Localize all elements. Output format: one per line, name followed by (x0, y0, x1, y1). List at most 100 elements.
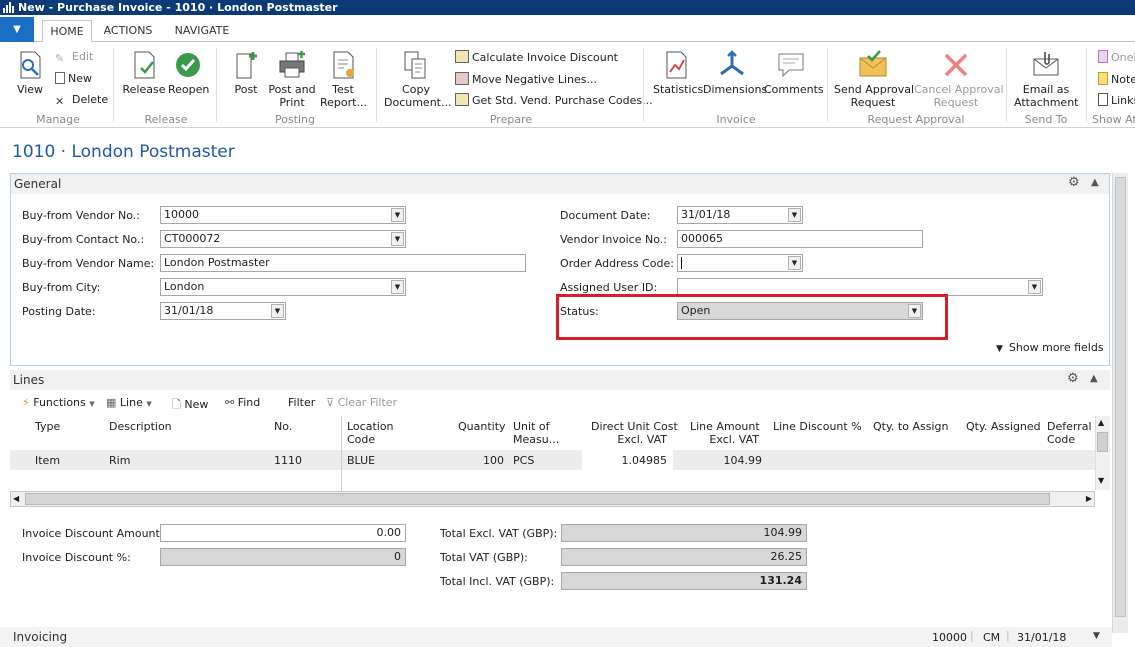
notes-button[interactable]: Note (1098, 72, 1135, 86)
column-header-type[interactable]: Type (35, 420, 60, 433)
general-header[interactable]: General (11, 174, 1109, 194)
row-location-code[interactable]: BLUE (347, 454, 375, 467)
row-description[interactable]: Rim (109, 454, 130, 467)
order-address-code-field[interactable]: ▼ (677, 254, 803, 272)
column-header-qty-to-assign[interactable]: Qty. to Assign (873, 420, 948, 433)
settings-gear-icon[interactable]: ⚙ (1067, 371, 1079, 386)
settings-gear-icon[interactable]: ⚙ (1068, 175, 1080, 190)
find-button[interactable]: ⚯ Find (225, 396, 260, 409)
column-header-description[interactable]: Description (109, 420, 172, 433)
column-header-no[interactable]: No. (274, 420, 292, 433)
application-menu-button[interactable]: ▼ (0, 17, 34, 42)
dropdown-arrow-icon[interactable]: ▼ (788, 208, 801, 222)
buy-from-city-field[interactable]: London ▼ (160, 278, 406, 296)
page-scrollbar-thumb[interactable] (1115, 177, 1126, 617)
invoice-discount-amount-field[interactable]: 0.00 (160, 524, 406, 542)
column-header-line-discount[interactable]: Line Discount % (773, 420, 862, 433)
collapse-chevron-icon[interactable]: ▲ (1091, 177, 1099, 188)
buy-from-vendor-name-field[interactable]: London Postmaster (160, 254, 526, 272)
scroll-right-arrow-icon[interactable]: ▶ (1086, 494, 1092, 503)
scroll-down-arrow-icon[interactable]: ▼ (1098, 476, 1104, 485)
row-unit-of-measure[interactable]: PCS (513, 454, 534, 467)
row-type[interactable]: Item (35, 454, 60, 467)
total-incl-vat-label: Total Incl. VAT (GBP): (440, 575, 555, 588)
post-and-print-button[interactable]: Post and Print (268, 50, 316, 109)
vendor-invoice-no-field[interactable]: 000065 (677, 230, 923, 248)
dropdown-arrow-icon[interactable]: ▼ (1028, 280, 1041, 294)
order-address-code-label: Order Address Code: (560, 257, 674, 270)
clear-filter-button[interactable]: ⊽ Clear Filter (326, 396, 397, 409)
invoicing-fasttab[interactable]: Invoicing 10000 | CM | 31/01/18 ▼ (0, 627, 1112, 647)
calculate-invoice-discount-button[interactable]: Calculate Invoice Discount (455, 50, 618, 64)
reopen-button[interactable]: Reopen (168, 50, 209, 96)
show-more-fields-link[interactable]: ▼ Show more fields (996, 341, 1104, 354)
filter-button[interactable]: Filter (288, 396, 315, 409)
row-quantity[interactable]: 100 (464, 454, 504, 467)
page-scrollbar[interactable] (1112, 173, 1128, 633)
comments-button[interactable]: Comments (764, 50, 824, 96)
scrollbar-thumb[interactable] (1097, 432, 1108, 452)
group-label-posting: Posting (274, 113, 316, 126)
onenote-icon (1098, 50, 1108, 63)
lines-new-button[interactable]: 🗋 New (172, 396, 208, 415)
edit-button[interactable]: ✎ Edit (55, 50, 93, 65)
links-button[interactable]: Links (1098, 93, 1135, 107)
column-header-quantity[interactable]: Quantity (458, 420, 506, 433)
lines-horizontal-scrollbar[interactable]: ◀ ▶ (10, 491, 1095, 507)
window-title: New - Purchase Invoice - 1010 · London P… (18, 1, 338, 14)
expand-chevron-icon[interactable]: ▼ (1093, 631, 1100, 641)
row-direct-unit-cost[interactable]: 1.04985 (600, 454, 668, 467)
dimensions-icon (720, 50, 744, 76)
email-as-attachment-button[interactable]: Email as Attachment (1014, 50, 1079, 109)
post-button[interactable]: Post (230, 50, 262, 96)
column-header-line-amount[interactable]: Line Amount Excl. VAT (690, 420, 760, 446)
view-button[interactable]: View (12, 50, 48, 96)
calculator-icon (455, 50, 469, 63)
scrollbar-thumb[interactable] (25, 493, 1050, 505)
get-std-vend-purchase-codes-button[interactable]: Get Std. Vend. Purchase Codes... (455, 93, 653, 107)
release-button[interactable]: Release (122, 50, 166, 96)
group-separator (827, 48, 828, 122)
grid-icon: ▦ (106, 396, 117, 409)
posting-date-field[interactable]: 31/01/18 ▼ (160, 302, 286, 320)
test-report-button[interactable]: Test Report... (320, 50, 367, 109)
delete-icon: ✕ (55, 95, 65, 108)
dimensions-button[interactable]: Dimensions (703, 50, 767, 96)
delete-button[interactable]: ✕ Delete (55, 93, 108, 108)
buy-from-contact-no-field[interactable]: CT000072 ▼ (160, 230, 406, 248)
scroll-left-arrow-icon[interactable]: ◀ (13, 494, 19, 503)
send-approval-request-button[interactable]: Send Approval Request (834, 50, 914, 109)
column-header-qty-assigned[interactable]: Qty. Assigned (966, 420, 1041, 433)
dropdown-arrow-icon[interactable]: ▼ (788, 256, 801, 270)
move-negative-lines-button[interactable]: Move Negative Lines... (455, 72, 597, 86)
statistics-button[interactable]: Statistics (653, 50, 703, 96)
group-separator (113, 48, 114, 122)
document-date-field[interactable]: 31/01/18 ▼ (677, 206, 803, 224)
table-row[interactable] (10, 450, 1095, 470)
column-header-direct-unit-cost[interactable]: Direct Unit Cost Excl. VAT (591, 420, 678, 446)
buy-from-vendor-no-field[interactable]: 10000 ▼ (160, 206, 406, 224)
collapse-chevron-icon[interactable]: ▲ (1090, 373, 1098, 384)
column-header-unit-of-measure[interactable]: Unit of Measu... (513, 420, 559, 446)
row-line-amount[interactable]: 104.99 (700, 454, 763, 467)
scroll-up-arrow-icon[interactable]: ▲ (1098, 418, 1104, 427)
lines-vertical-scrollbar[interactable]: ▲ ▼ (1095, 416, 1110, 490)
lines-header[interactable]: Lines (10, 370, 1110, 390)
cancel-approval-request-button[interactable]: Cancel Approval Request (914, 50, 1004, 109)
functions-menu[interactable]: ⚡ Functions ▼ (22, 396, 95, 409)
tab-navigate[interactable]: NAVIGATE (168, 20, 236, 42)
copy-document-button[interactable]: Copy Document... (384, 50, 451, 109)
tab-home[interactable]: HOME (42, 20, 92, 43)
frozen-column-divider (341, 450, 342, 491)
tab-actions[interactable]: ACTIONS (98, 20, 158, 42)
dropdown-arrow-icon[interactable]: ▼ (271, 304, 284, 318)
new-button[interactable]: New (55, 72, 92, 85)
dropdown-arrow-icon[interactable]: ▼ (391, 208, 404, 222)
onenote-button[interactable]: OneN (1098, 50, 1135, 64)
column-header-location-code[interactable]: Location Code (347, 420, 394, 446)
dropdown-arrow-icon[interactable]: ▼ (391, 280, 404, 294)
row-no[interactable]: 1110 (274, 454, 302, 467)
line-menu[interactable]: ▦ Line ▼ (106, 396, 152, 409)
dropdown-arrow-icon[interactable]: ▼ (391, 232, 404, 246)
column-header-deferral-code[interactable]: Deferral Code (1047, 420, 1092, 446)
